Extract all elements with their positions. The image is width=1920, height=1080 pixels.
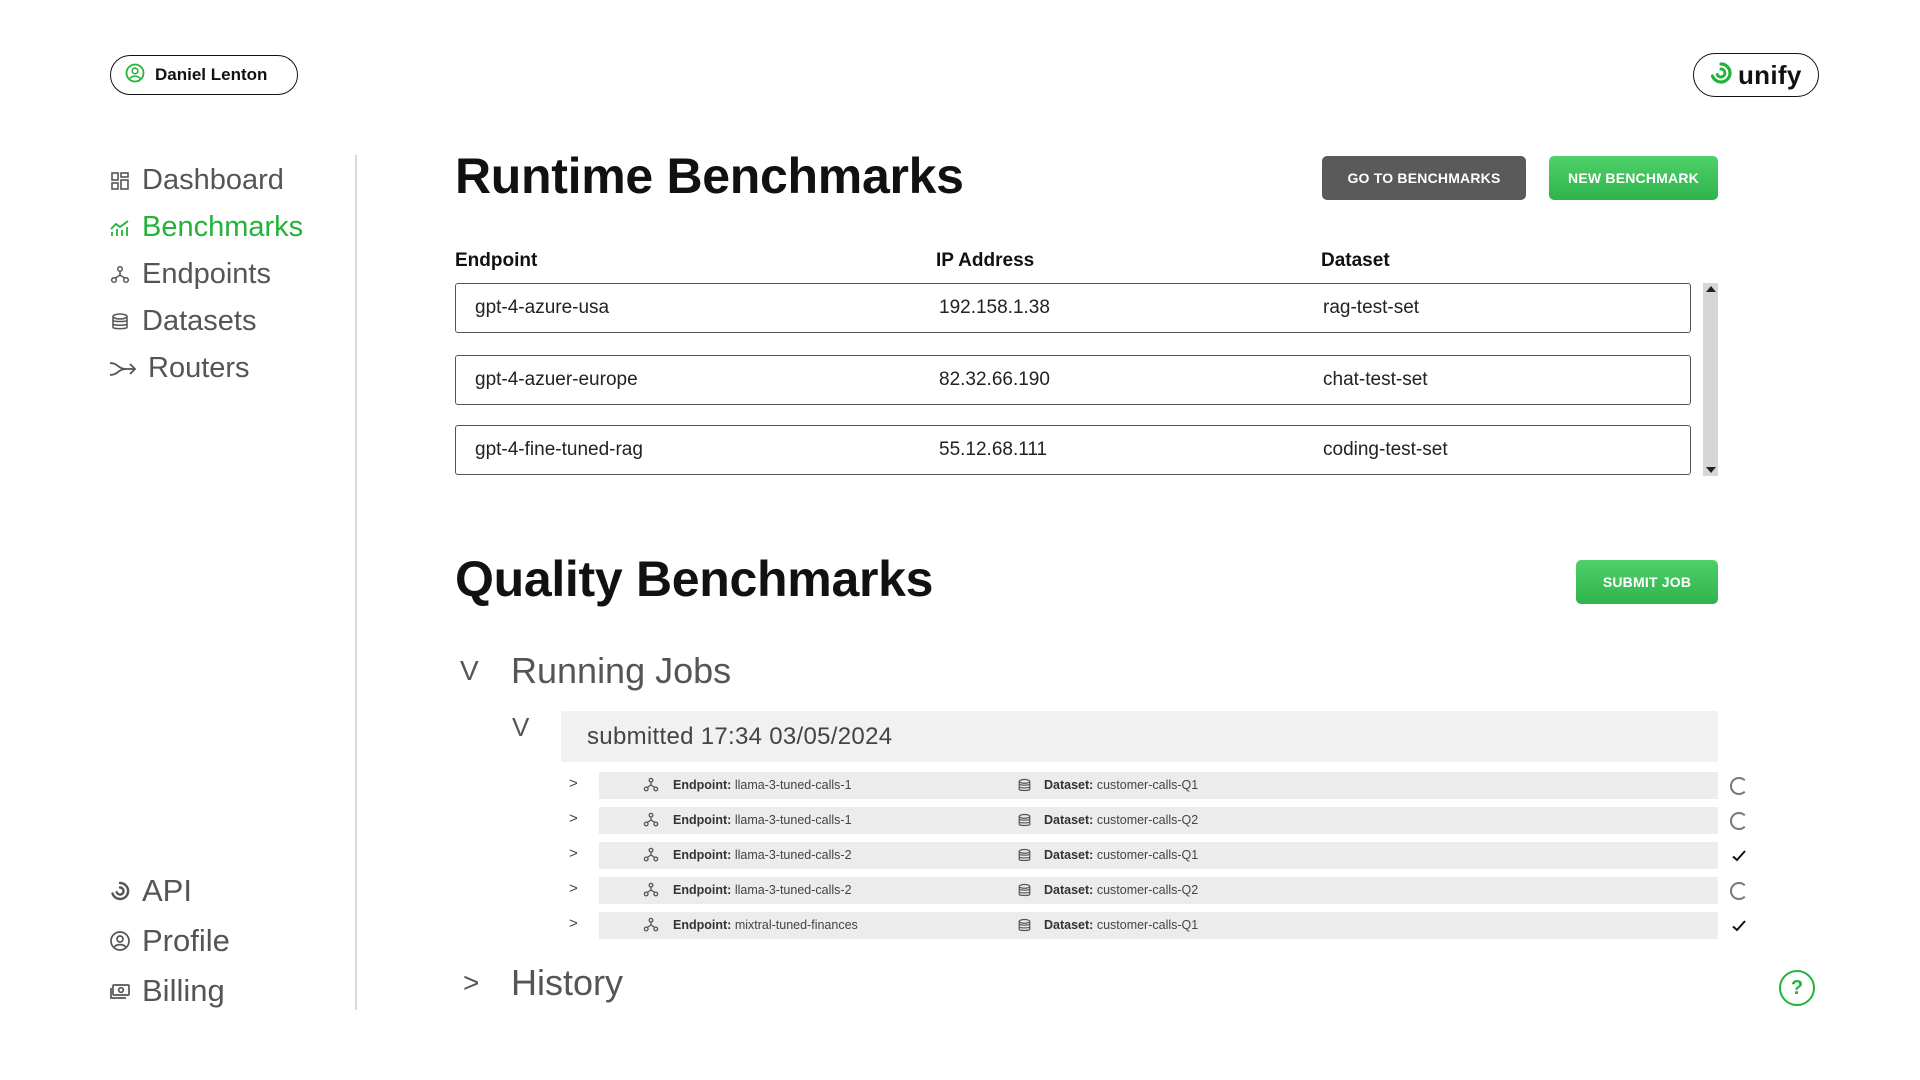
unify-logo: unify (1693, 53, 1819, 97)
sidebar-item-datasets[interactable]: Datasets (108, 298, 303, 345)
scroll-up-arrow-icon[interactable] (1706, 286, 1716, 292)
scroll-down-arrow-icon[interactable] (1706, 467, 1716, 473)
sidebar-item-dashboard[interactable]: Dashboard (108, 157, 303, 204)
api-swirl-icon (108, 879, 132, 903)
sidebar-item-label: Endpoints (142, 258, 271, 290)
history-label[interactable]: History (511, 962, 623, 1004)
dataset-cell: rag-test-set (1323, 297, 1420, 318)
table-row[interactable]: gpt-4-azuer-europe 82.32.66.190 chat-tes… (455, 355, 1691, 405)
job-group-toggle[interactable]: V (512, 712, 529, 743)
job-dataset: Dataset: customer-calls-Q1 (1044, 918, 1199, 932)
job-row[interactable]: Endpoint: llama-3-tuned-calls-1 Dataset: … (599, 807, 1718, 834)
endpoint-cell: gpt-4-azuer-europe (475, 369, 638, 390)
column-header-dataset: Dataset (1321, 250, 1390, 271)
job-dataset: Dataset: customer-calls-Q2 (1044, 883, 1199, 897)
job-row[interactable]: Endpoint: llama-3-tuned-calls-2 Dataset: … (599, 842, 1718, 869)
sidebar-item-label: API (142, 873, 192, 908)
job-expand-chevron[interactable]: > (569, 915, 578, 932)
sidebar-item-label: Benchmarks (142, 211, 304, 243)
dataset-icon (1017, 918, 1032, 938)
loading-spinner-icon (1730, 777, 1748, 795)
endpoint-cell: gpt-4-fine-tuned-rag (475, 439, 643, 460)
endpoint-icon (643, 777, 659, 798)
dataset-icon (1017, 848, 1032, 868)
sidebar-item-profile[interactable]: Profile (108, 916, 230, 966)
sidebar-item-label: Datasets (142, 305, 257, 337)
column-header-endpoint: Endpoint (455, 250, 538, 271)
network-icon (108, 263, 132, 287)
submit-job-button[interactable]: SUBMIT JOB (1576, 560, 1718, 604)
sidebar-item-api[interactable]: API (108, 866, 230, 916)
job-endpoint: Endpoint: llama-3-tuned-calls-1 (673, 813, 852, 827)
go-to-benchmarks-button[interactable]: GO TO BENCHMARKS (1322, 156, 1526, 200)
endpoint-icon (643, 882, 659, 903)
dataset-icon (1017, 813, 1032, 833)
running-jobs-label[interactable]: Running Jobs (511, 650, 731, 692)
profile-icon (108, 929, 132, 953)
sidebar-item-benchmarks[interactable]: Benchmarks (108, 204, 303, 251)
dashboard-icon (108, 169, 132, 193)
column-header-ip: IP Address (936, 250, 1035, 271)
sidebar-divider (355, 155, 357, 1010)
dataset-icon (1017, 778, 1032, 798)
endpoint-icon (643, 847, 659, 868)
router-icon (108, 357, 138, 381)
job-dataset: Dataset: customer-calls-Q2 (1044, 813, 1199, 827)
sidebar-item-label: Dashboard (142, 164, 284, 196)
sidebar-item-routers[interactable]: Routers (108, 345, 303, 392)
checkmark-icon (1730, 917, 1748, 935)
runtime-title: Runtime Benchmarks (455, 148, 964, 204)
loading-spinner-icon (1730, 882, 1748, 900)
help-button[interactable]: ? (1779, 970, 1815, 1006)
job-dataset: Dataset: customer-calls-Q1 (1044, 778, 1199, 792)
job-expand-chevron[interactable]: > (569, 810, 578, 827)
sidebar-item-label: Billing (142, 973, 225, 1008)
job-group-label: submitted 17:34 03/05/2024 (587, 723, 893, 750)
dataset-cell: coding-test-set (1323, 439, 1448, 460)
sidebar-item-label: Profile (142, 923, 230, 958)
database-icon (108, 310, 132, 334)
ip-cell: 82.32.66.190 (939, 369, 1050, 390)
job-endpoint: Endpoint: llama-3-tuned-calls-2 (673, 883, 852, 897)
job-row[interactable]: Endpoint: mixtral-tuned-finances Dataset:… (599, 912, 1718, 939)
checkmark-icon (1730, 847, 1748, 865)
billing-icon (108, 979, 132, 1003)
user-name: Daniel Lenton (155, 65, 268, 84)
job-dataset: Dataset: customer-calls-Q1 (1044, 848, 1199, 862)
sidebar-item-billing[interactable]: Billing (108, 966, 230, 1016)
sidebar-item-label: Routers (148, 352, 250, 384)
quality-title: Quality Benchmarks (455, 551, 934, 607)
endpoint-cell: gpt-4-azure-usa (475, 297, 610, 318)
endpoint-icon (643, 812, 659, 833)
job-expand-chevron[interactable]: > (569, 845, 578, 862)
job-expand-chevron[interactable]: > (569, 775, 578, 792)
sidebar-main-nav: Dashboard Benchmarks Endpoints Datasets … (108, 157, 303, 392)
history-toggle[interactable]: > (463, 967, 479, 999)
table-row[interactable]: gpt-4-azure-usa 192.158.1.38 rag-test-se… (455, 283, 1691, 333)
user-circle-icon (125, 63, 145, 88)
endpoint-icon (643, 917, 659, 938)
chart-icon (108, 216, 132, 240)
new-benchmark-button[interactable]: NEW BENCHMARK (1549, 156, 1718, 200)
sidebar-bottom-nav: API Profile Billing (108, 866, 230, 1016)
job-expand-chevron[interactable]: > (569, 880, 578, 897)
running-jobs-toggle[interactable]: V (460, 655, 479, 687)
table-row[interactable]: gpt-4-fine-tuned-rag 55.12.68.111 coding… (455, 425, 1691, 475)
job-endpoint: Endpoint: llama-3-tuned-calls-1 (673, 778, 852, 792)
ip-cell: 55.12.68.111 (939, 439, 1048, 460)
table-scrollbar[interactable] (1703, 283, 1718, 476)
ip-cell: 192.158.1.38 (939, 297, 1050, 318)
loading-spinner-icon (1730, 812, 1748, 830)
job-row[interactable]: Endpoint: llama-3-tuned-calls-2 Dataset: … (599, 877, 1718, 904)
dataset-cell: chat-test-set (1323, 369, 1428, 390)
dataset-icon (1017, 883, 1032, 903)
unify-swirl-icon (1708, 60, 1734, 91)
job-endpoint: Endpoint: mixtral-tuned-finances (673, 918, 858, 932)
job-row[interactable]: Endpoint: llama-3-tuned-calls-1 Dataset: … (599, 772, 1718, 799)
job-endpoint: Endpoint: llama-3-tuned-calls-2 (673, 848, 852, 862)
logo-text: unify (1738, 59, 1802, 90)
sidebar-item-endpoints[interactable]: Endpoints (108, 251, 303, 298)
user-pill[interactable]: Daniel Lenton (110, 55, 298, 95)
job-group-header[interactable]: submitted 17:34 03/05/2024 (561, 711, 1718, 762)
